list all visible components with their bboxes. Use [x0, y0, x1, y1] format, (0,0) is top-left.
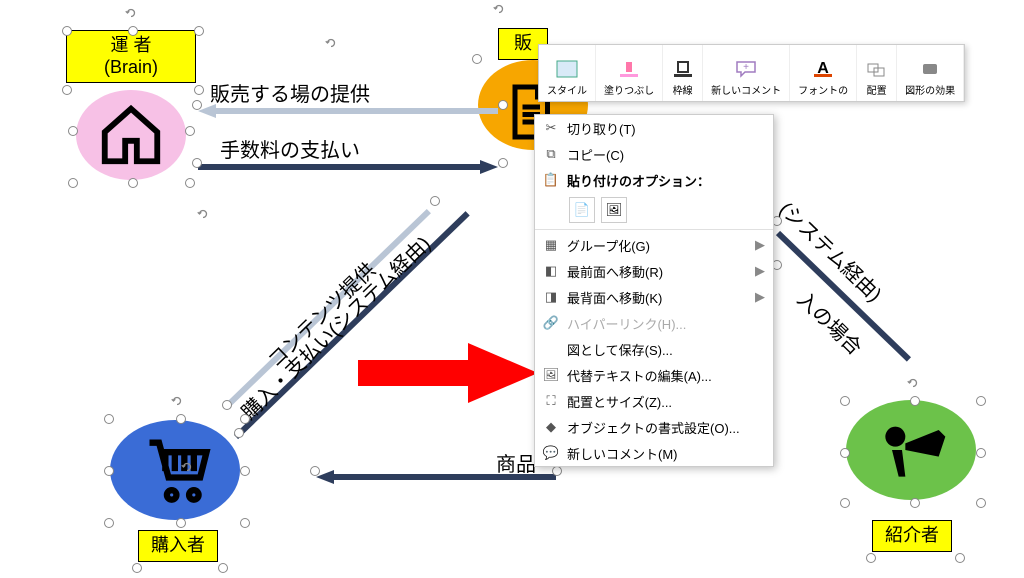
link-icon: 🔗 [539, 315, 563, 331]
selection-handle[interactable] [218, 563, 228, 573]
alt-text-icon: 🖼 [539, 367, 563, 383]
mini-new-comment-button[interactable]: + 新しいコメント [703, 45, 790, 101]
ctx-save-as-picture[interactable]: 図として保存(S)... [535, 336, 773, 362]
label-product: 商品 [496, 448, 536, 477]
rotation-handle-icon[interactable] [180, 460, 194, 474]
ctx-cut[interactable]: ✂ 切り取り(T) [535, 115, 773, 141]
mini-outline-button[interactable]: 枠線 [663, 45, 703, 101]
selection-handle[interactable] [240, 518, 250, 528]
bring-front-icon: ◧ [539, 263, 563, 279]
send-back-icon: ◨ [539, 289, 563, 305]
rotation-handle-icon[interactable] [170, 394, 184, 408]
selection-handle[interactable] [910, 498, 920, 508]
selection-handle[interactable] [68, 178, 78, 188]
selection-handle[interactable] [976, 498, 986, 508]
ctx-format-object[interactable]: ◆ オブジェクトの書式設定(O)... [535, 414, 773, 440]
size-icon: ⛶ [539, 393, 563, 409]
selection-handle[interactable] [128, 178, 138, 188]
selection-handle[interactable] [132, 563, 142, 573]
selection-handle[interactable] [194, 26, 204, 36]
selection-handle[interactable] [976, 396, 986, 406]
mini-font-button[interactable]: A フォントの [790, 45, 857, 101]
group-icon: ▦ [539, 237, 563, 253]
label-fee-payment: 手数料の支払い [220, 134, 360, 163]
selection-handle[interactable] [234, 428, 244, 438]
ctx-paste-header: 📋 貼り付けのオプション： [535, 167, 773, 193]
ctx-copy[interactable]: ⧉ コピー(C) [535, 141, 773, 167]
selection-handle[interactable] [68, 126, 78, 136]
context-menu: ✂ 切り取り(T) ⧉ コピー(C) 📋 貼り付けのオプション： 📄 🖼 ▦ グ… [534, 114, 774, 467]
rotation-handle-icon[interactable] [324, 36, 338, 50]
mini-fill-button[interactable]: 塗りつぶし [596, 45, 663, 101]
selection-handle[interactable] [104, 414, 114, 424]
submenu-arrow-icon: ▶ [755, 263, 765, 279]
selection-handle[interactable] [185, 126, 195, 136]
ctx-group[interactable]: ▦ グループ化(G) ▶ [535, 232, 773, 258]
rotation-handle-icon[interactable] [492, 2, 506, 16]
cart-icon [140, 430, 216, 506]
red-annotation-arrow [358, 338, 538, 408]
selection-handle[interactable] [498, 100, 508, 110]
selection-handle[interactable] [128, 26, 138, 36]
home-icon [96, 100, 166, 170]
submenu-arrow-icon: ▶ [755, 237, 765, 253]
format-icon: ◆ [539, 419, 563, 435]
selection-handle[interactable] [840, 498, 850, 508]
ctx-size-position[interactable]: ⛶ 配置とサイズ(Z)... [535, 388, 773, 414]
rotation-handle-icon[interactable] [124, 6, 138, 20]
operator-label[interactable]: 運 者 (Brain) [66, 30, 196, 83]
selection-handle[interactable] [240, 414, 250, 424]
megaphone-icon [872, 410, 952, 490]
selection-handle[interactable] [185, 178, 195, 188]
selection-handle[interactable] [192, 158, 202, 168]
selection-handle[interactable] [104, 518, 114, 528]
paste-option-2[interactable]: 🖼 [601, 197, 627, 223]
rotation-handle-icon[interactable] [196, 207, 210, 221]
selection-handle[interactable] [104, 466, 114, 476]
referrer-label[interactable]: 紹介者 [872, 520, 952, 552]
selection-handle[interactable] [62, 26, 72, 36]
submenu-arrow-icon: ▶ [755, 289, 765, 305]
selection-handle[interactable] [192, 100, 202, 110]
operator-label-line1: 運 者 [75, 35, 187, 57]
operator-label-line2: (Brain) [75, 57, 187, 79]
selection-handle[interactable] [194, 85, 204, 95]
selection-handle[interactable] [310, 466, 320, 476]
selection-handle[interactable] [472, 54, 482, 64]
buyer-label[interactable]: 購入者 [138, 530, 218, 562]
copy-icon: ⧉ [539, 146, 563, 162]
ctx-hyperlink: 🔗 ハイパーリンク(H)... [535, 310, 773, 336]
ctx-bring-front[interactable]: ◧ 最前面へ移動(R) ▶ [535, 258, 773, 284]
selection-handle[interactable] [840, 448, 850, 458]
mini-toolbar: スタイル 塗りつぶし 枠線 + 新しいコメント A フォントの 配置 図形の効果 [538, 44, 965, 102]
comment-icon: 💬 [539, 445, 563, 461]
rotation-handle-icon[interactable] [906, 376, 920, 390]
scissors-icon: ✂ [539, 120, 563, 136]
selection-handle[interactable] [840, 396, 850, 406]
svg-text:+: + [743, 62, 749, 73]
mini-arrange-button[interactable]: 配置 [857, 45, 897, 101]
mini-style-button[interactable]: スタイル [539, 45, 596, 101]
selection-handle[interactable] [240, 466, 250, 476]
mini-effects-button[interactable]: 図形の効果 [897, 45, 964, 101]
selection-handle[interactable] [866, 553, 876, 563]
selection-handle[interactable] [552, 466, 562, 476]
selection-handle[interactable] [62, 85, 72, 95]
selection-handle[interactable] [955, 553, 965, 563]
selection-handle[interactable] [430, 196, 440, 206]
ctx-new-comment[interactable]: 💬 新しいコメント(M) [535, 440, 773, 466]
clipboard-icon: 📋 [539, 172, 563, 188]
ctx-send-back[interactable]: ◨ 最背面へ移動(K) ▶ [535, 284, 773, 310]
selection-handle[interactable] [910, 396, 920, 406]
selection-handle[interactable] [176, 414, 186, 424]
selection-handle[interactable] [222, 400, 232, 410]
ctx-alt-text[interactable]: 🖼 代替テキストの編集(A)... [535, 362, 773, 388]
paste-option-1[interactable]: 📄 [569, 197, 595, 223]
ctx-paste-options: 📄 🖼 [535, 193, 773, 227]
label-provide-place: 販売する場の提供 [210, 78, 370, 107]
selection-handle[interactable] [498, 158, 508, 168]
selection-handle[interactable] [176, 518, 186, 528]
selection-handle[interactable] [976, 448, 986, 458]
